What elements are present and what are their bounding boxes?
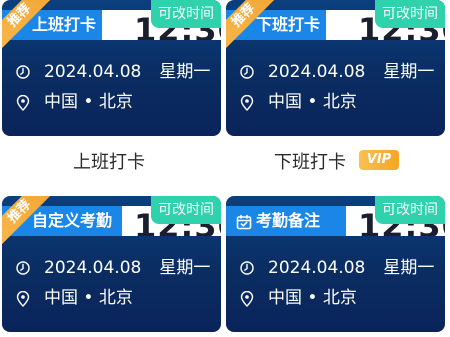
weekday-text: 星期一 xyxy=(383,258,435,278)
card-title-tag: 考勤备注 xyxy=(226,206,346,236)
location-pin-icon xyxy=(240,95,254,111)
clock-in-label[interactable]: 上班打卡 xyxy=(73,148,145,174)
change-time-button[interactable]: 可改时间 xyxy=(151,0,221,28)
location-text: 中国 • 北京 xyxy=(44,92,133,112)
location-pin-icon xyxy=(240,291,254,307)
location-pin-icon xyxy=(16,291,30,307)
template-card-clock-in[interactable]: 上班打卡 12:30 可改时间 推荐 2024.04.08星期一 中国 • 北京 xyxy=(2,0,221,136)
date-text: 2024.04.08 xyxy=(44,62,142,82)
weekday-text: 星期一 xyxy=(159,258,211,278)
clock-icon xyxy=(16,65,30,79)
location-text: 中国 • 北京 xyxy=(44,288,133,308)
location-text: 中国 • 北京 xyxy=(268,92,357,112)
location-pin-icon xyxy=(16,95,30,111)
clock-out-label[interactable]: 下班打卡 xyxy=(274,148,346,174)
calendar-check-icon xyxy=(236,214,252,229)
template-card-custom-attendance[interactable]: 自定义考勤 12:30 可改时间 推荐 2024.04.08星期一 中国 • 北… xyxy=(2,196,221,332)
date-text: 2024.04.08 xyxy=(44,258,142,278)
template-card-attendance-note[interactable]: 考勤备注 12:30 可改时间 2024.04.08星期一 中国 • 北京 xyxy=(226,196,445,332)
template-card-clock-out[interactable]: 下班打卡 12:30 可改时间 推荐 2024.04.08星期一 中国 • 北京 xyxy=(226,0,445,136)
weekday-text: 星期一 xyxy=(159,62,211,82)
clock-icon xyxy=(240,261,254,275)
change-time-button[interactable]: 可改时间 xyxy=(151,196,221,224)
change-time-button[interactable]: 可改时间 xyxy=(375,0,445,28)
date-text: 2024.04.08 xyxy=(268,258,366,278)
change-time-button[interactable]: 可改时间 xyxy=(375,196,445,224)
clock-icon xyxy=(16,261,30,275)
vip-badge: VIP xyxy=(359,150,399,170)
weekday-text: 星期一 xyxy=(383,62,435,82)
location-text: 中国 • 北京 xyxy=(268,288,357,308)
card-title-text: 考勤备注 xyxy=(256,211,321,230)
date-text: 2024.04.08 xyxy=(268,62,366,82)
clock-icon xyxy=(240,65,254,79)
